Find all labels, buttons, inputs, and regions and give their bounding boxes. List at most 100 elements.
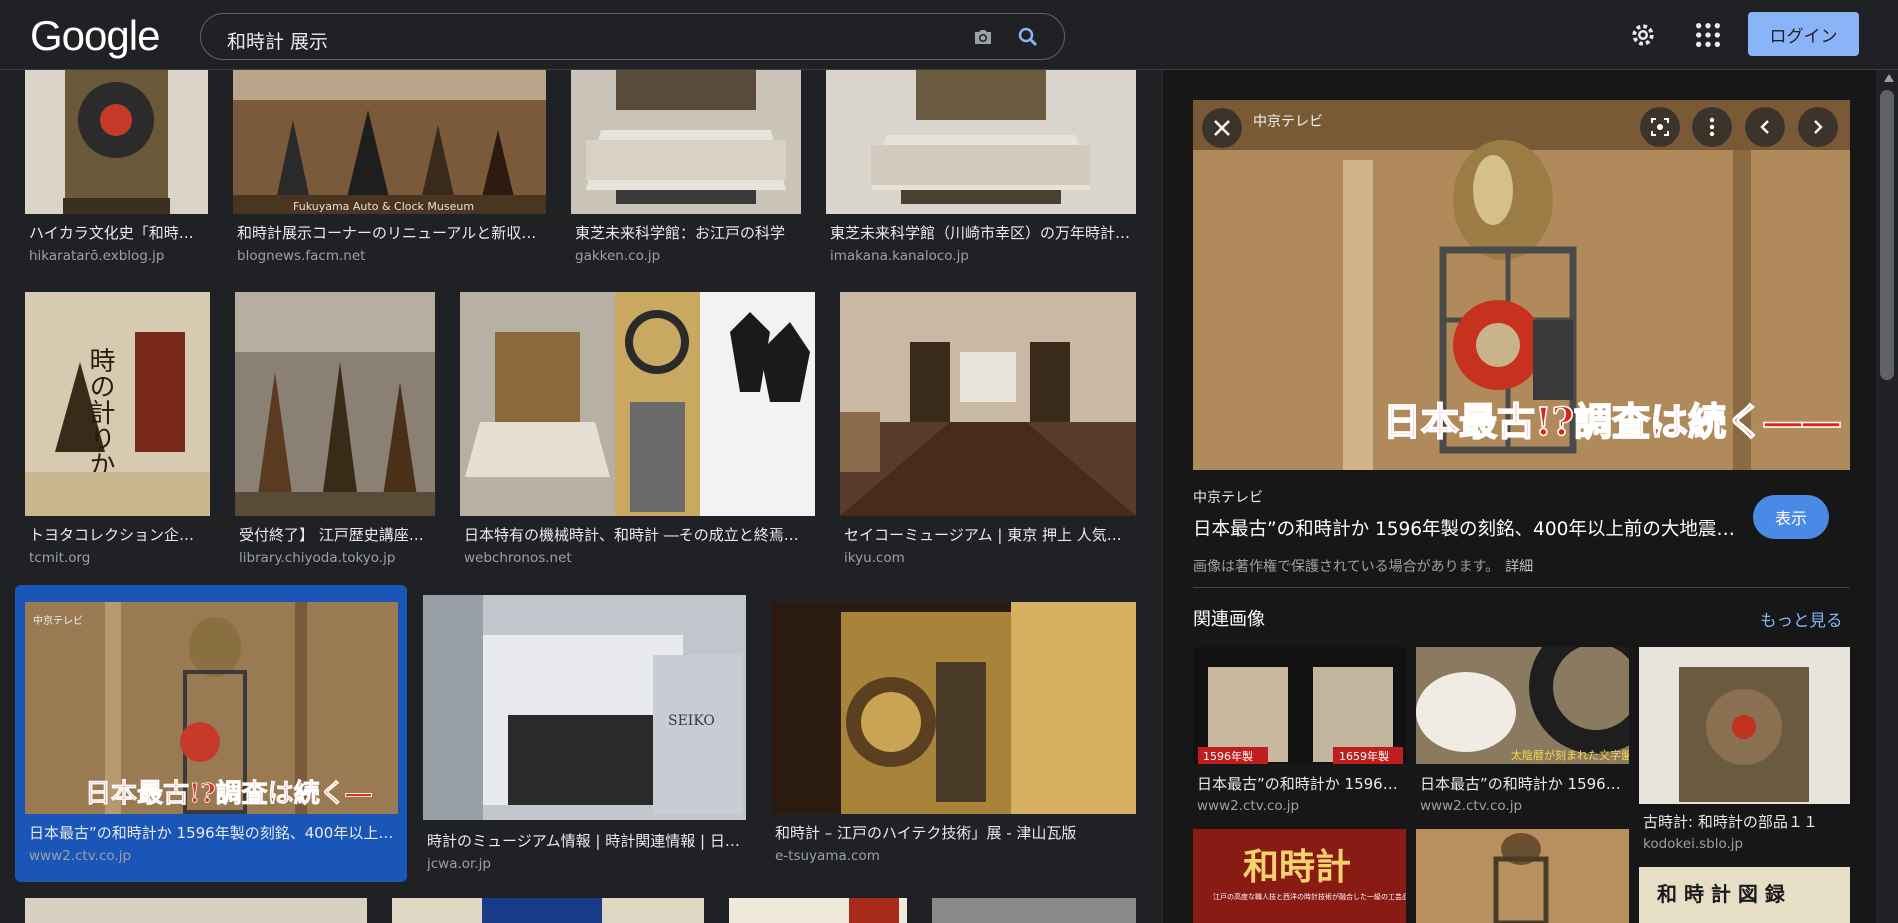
lens-icon (1651, 118, 1669, 136)
related-thumbnail[interactable]: 太陰暦が刻まれた文字盤 (1416, 620, 1663, 764)
result-thumbnail[interactable] (826, 70, 1136, 214)
result-thumbnail[interactable] (571, 70, 801, 214)
more-vert-icon (1709, 117, 1715, 137)
result-caption[interactable]: 日本最古”の和時計か 1596年製の刻銘、400年以上… (29, 822, 394, 843)
result-caption[interactable]: 受付終了】 江戸歴史講座… (239, 524, 431, 545)
result-tile[interactable]: 東芝未来科学館（川崎市幸区）の万年時計… imakana.kanaloco.jp (826, 70, 1136, 270)
related-image-tile[interactable]: 1596年製 1659年製 日本最古”の和時計か 1596… www2.ctv.c… (1193, 647, 1406, 814)
related-title-text: 和時計 (1243, 846, 1351, 888)
camera-icon[interactable] (971, 25, 995, 49)
details-link[interactable]: 詳細 (1505, 559, 1533, 575)
related-thumbnail[interactable] (1639, 647, 1850, 804)
result-thumbnail[interactable] (771, 602, 1136, 814)
result-caption[interactable]: ハイカラ文化史「和時… (29, 222, 204, 243)
result-tile[interactable]: セイコーミュージアム | 東京 押上 人気… ikyu.com (840, 292, 1136, 566)
related-thumbnail[interactable]: 和時計江戸の高度な職人技と西洋の時計技術が融合した一級の工芸品 (1193, 829, 1406, 923)
image-watermark: 中京テレビ (1253, 114, 1323, 130)
previous-button[interactable] (1745, 107, 1785, 147)
thumb-overlay-text: Fukuyama Auto & Clock Museum (293, 200, 474, 213)
see-more-link[interactable]: もっと見る (1760, 607, 1843, 631)
thumb-watermark: 中京テレビ (33, 614, 83, 627)
result-source[interactable]: imakana.kanaloco.jp (830, 248, 1132, 264)
related-source[interactable]: www2.ctv.co.jp (1197, 798, 1402, 814)
result-source[interactable]: ikyu.com (844, 550, 1132, 566)
search-input[interactable]: 和時計 展示 (227, 27, 328, 54)
result-tile[interactable]: 時の計りかた トヨタコレクション企… tcmit.org (25, 292, 210, 566)
preview-source[interactable]: 中京テレビ (1193, 487, 1263, 507)
preview-title[interactable]: 日本最古”の和時計か 1596年製の刻銘、400年以上前の大地震で壊… (1193, 515, 1748, 541)
related-caption[interactable]: 日本最古”の和時計か 1596… (1197, 773, 1402, 794)
search-icon[interactable] (1016, 25, 1040, 49)
gear-icon[interactable] (1628, 20, 1658, 50)
close-icon (1214, 120, 1230, 136)
result-caption[interactable]: 東芝未来科学館：お江戸の科学 (575, 222, 797, 243)
related-caption[interactable]: 日本最古”の和時計か 1596… (1420, 773, 1625, 794)
result-thumbnail[interactable] (392, 898, 704, 923)
thumb-overlay-text: 日本最古!?調査は続く― (85, 778, 372, 809)
search-box[interactable]: 和時計 展示 (200, 13, 1065, 60)
scrollbar-thumb[interactable] (1880, 90, 1894, 380)
related-caption[interactable]: 古時計: 和時計の部品１１ (1643, 811, 1846, 832)
copyright-text: 画像は著作権で保護されている場合があります。 (1193, 559, 1500, 575)
related-thumbnail[interactable] (1416, 829, 1629, 923)
apps-grid-icon[interactable] (1694, 21, 1722, 49)
result-tile[interactable]: SEIKO 時計のミュージアム情報 | 時計関連情報 | 日… jcwa.or.… (423, 595, 746, 885)
related-tag: 1659年製 (1339, 749, 1389, 763)
result-caption[interactable]: 和時計展示コーナーのリニューアルと新収… (237, 222, 542, 243)
result-thumbnail[interactable] (25, 898, 367, 923)
result-thumbnail[interactable] (460, 292, 815, 516)
result-thumbnail[interactable] (840, 292, 1136, 516)
related-title-text: 和 時 計 図 録 (1657, 882, 1786, 906)
result-source[interactable]: blognews.facm.net (237, 248, 542, 264)
related-thumbnail[interactable]: 和 時 計 図 録 (1639, 867, 1850, 923)
result-thumbnail[interactable]: 日本最古!?調査は続く― 中京テレビ (25, 602, 398, 814)
preview-image[interactable]: 日本最古!?調査は続く―― 中京テレビ (1193, 100, 1850, 470)
result-source[interactable]: tcmit.org (29, 550, 206, 566)
result-tile-selected[interactable]: 日本最古!?調査は続く― 中京テレビ 日本最古”の和時計か 1596年製の刻銘、4… (25, 602, 398, 882)
related-image-tile[interactable]: 古時計: 和時計の部品１１ kodokei.sblo.jp (1639, 647, 1850, 852)
lens-button[interactable] (1640, 107, 1680, 147)
result-tile[interactable]: 和時計 – 江戸のハイテク技術」展 - 津山瓦版 e-tsuyama.com (771, 602, 1136, 882)
result-tile[interactable]: 日本特有の機械時計、和時計 ―その成立と終焉… webchronos.net (460, 292, 815, 566)
result-caption[interactable]: 和時計 – 江戸のハイテク技術」展 - 津山瓦版 (775, 822, 1132, 843)
result-caption[interactable]: 時計のミュージアム情報 | 時計関連情報 | 日… (427, 830, 742, 851)
result-tile[interactable]: ハイカラ文化史「和時… hikaratarō.exblog.jp (25, 70, 208, 270)
result-thumbnail[interactable] (235, 292, 435, 516)
related-thumbnail[interactable]: 1596年製 1659年製 (1193, 647, 1406, 764)
result-tile[interactable]: 受付終了】 江戸歴史講座… library.chiyoda.tokyo.jp (235, 292, 435, 566)
result-caption[interactable]: トヨタコレクション企… (29, 524, 206, 545)
copyright-notice: 画像は著作権で保護されている場合があります。 詳細 (1193, 556, 1533, 576)
chevron-left-icon (1760, 120, 1769, 134)
more-options-button[interactable] (1692, 107, 1732, 147)
result-source[interactable]: hikaratarō.exblog.jp (29, 248, 204, 264)
result-thumbnail[interactable]: 時の計りかた (25, 292, 210, 516)
result-source[interactable]: gakken.co.jp (575, 248, 797, 264)
result-thumbnail[interactable]: SEIKO (423, 595, 746, 820)
result-thumbnail[interactable]: Fukuyama Auto & Clock Museum (233, 70, 546, 214)
result-tile[interactable]: 東芝未来科学館：お江戸の科学 gakken.co.jp (571, 70, 801, 270)
top-bar: Google 和時計 展示 ログイン (0, 0, 1898, 70)
result-source[interactable]: webchronos.net (464, 550, 811, 566)
related-source[interactable]: kodokei.sblo.jp (1643, 836, 1846, 852)
result-caption[interactable]: セイコーミュージアム | 東京 押上 人気… (844, 524, 1132, 545)
result-caption[interactable]: 東芝未来科学館（川崎市幸区）の万年時計… (830, 222, 1132, 243)
result-source[interactable]: jcwa.or.jp (427, 856, 742, 872)
result-caption[interactable]: 日本特有の機械時計、和時計 ―その成立と終焉… (464, 524, 811, 545)
google-logo[interactable]: Google (30, 12, 160, 60)
result-source[interactable]: e-tsuyama.com (775, 848, 1132, 864)
login-button[interactable]: ログイン (1748, 12, 1859, 56)
related-subtitle-text: 江戸の高度な職人技と西洋の時計技術が融合した一級の工芸品 (1213, 892, 1406, 901)
scroll-up-icon[interactable] (1884, 74, 1894, 82)
related-source[interactable]: www2.ctv.co.jp (1420, 798, 1625, 814)
view-button[interactable]: 表示 (1753, 495, 1829, 539)
next-button[interactable] (1798, 107, 1838, 147)
result-tile[interactable]: Fukuyama Auto & Clock Museum 和時計展示コーナーのリ… (233, 70, 546, 270)
close-button[interactable] (1202, 108, 1242, 148)
result-thumbnail[interactable] (932, 898, 1136, 923)
result-thumbnail[interactable] (729, 898, 907, 923)
result-source[interactable]: www2.ctv.co.jp (29, 848, 394, 864)
thumb-overlay-text: SEIKO (668, 713, 715, 729)
result-source[interactable]: library.chiyoda.tokyo.jp (239, 550, 431, 566)
result-thumbnail[interactable] (25, 70, 208, 214)
related-image-tile[interactable]: 太陰暦が刻まれた文字盤 日本最古”の和時計か 1596… www2.ctv.co… (1416, 620, 1663, 814)
